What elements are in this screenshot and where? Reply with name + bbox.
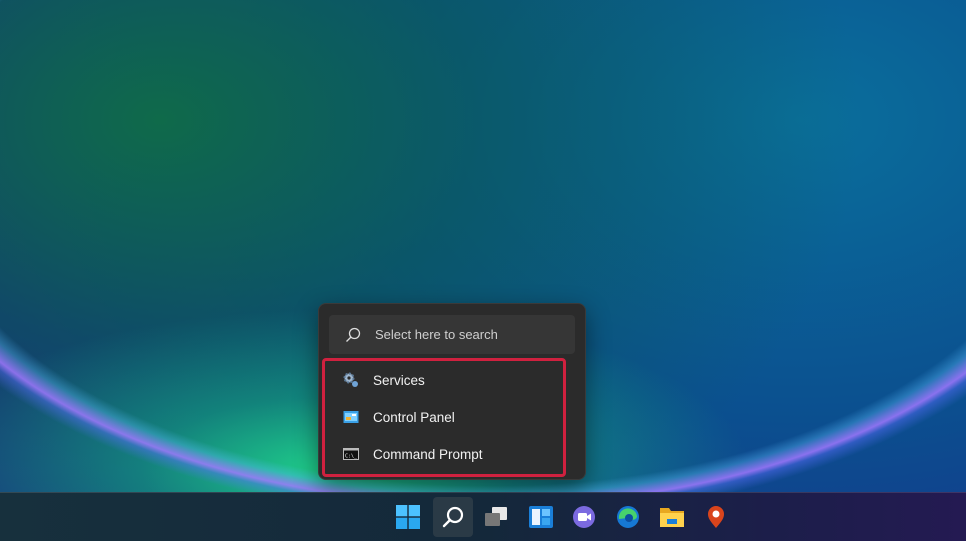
chat-icon <box>573 506 595 528</box>
menu-item-services[interactable]: Services <box>343 372 425 388</box>
menu-item-control-panel[interactable]: Control Panel <box>343 409 455 425</box>
taskbar <box>0 492 966 541</box>
search-flyout: Select here to search Services Control P… <box>318 303 586 480</box>
svg-text:C:\_: C:\_ <box>345 454 358 460</box>
search-icon <box>346 327 361 342</box>
control-panel-icon <box>343 411 359 423</box>
chat-button[interactable] <box>564 497 604 537</box>
start-button[interactable] <box>388 497 428 537</box>
task-view-icon <box>485 507 507 526</box>
windows-logo-icon <box>396 505 420 529</box>
file-explorer-button[interactable] <box>652 497 692 537</box>
search-placeholder: Select here to search <box>375 327 498 342</box>
menu-item-label: Control Panel <box>373 409 455 425</box>
menu-item-label: Command Prompt <box>373 446 483 462</box>
search-icon <box>442 506 464 528</box>
command-prompt-icon: C:\_ <box>343 448 359 460</box>
edge-button[interactable] <box>608 497 648 537</box>
folder-icon <box>660 508 684 527</box>
menu-item-command-prompt[interactable]: C:\_ Command Prompt <box>343 446 483 462</box>
edge-icon <box>617 506 639 528</box>
search-input[interactable]: Select here to search <box>329 315 575 354</box>
menu-item-label: Services <box>373 372 425 388</box>
widgets-icon <box>529 506 553 528</box>
widgets-button[interactable] <box>521 497 561 537</box>
map-pin-icon <box>708 506 724 528</box>
search-button[interactable] <box>433 497 473 537</box>
gears-icon <box>343 372 358 387</box>
task-view-button[interactable] <box>476 497 516 537</box>
maps-button[interactable] <box>696 497 736 537</box>
